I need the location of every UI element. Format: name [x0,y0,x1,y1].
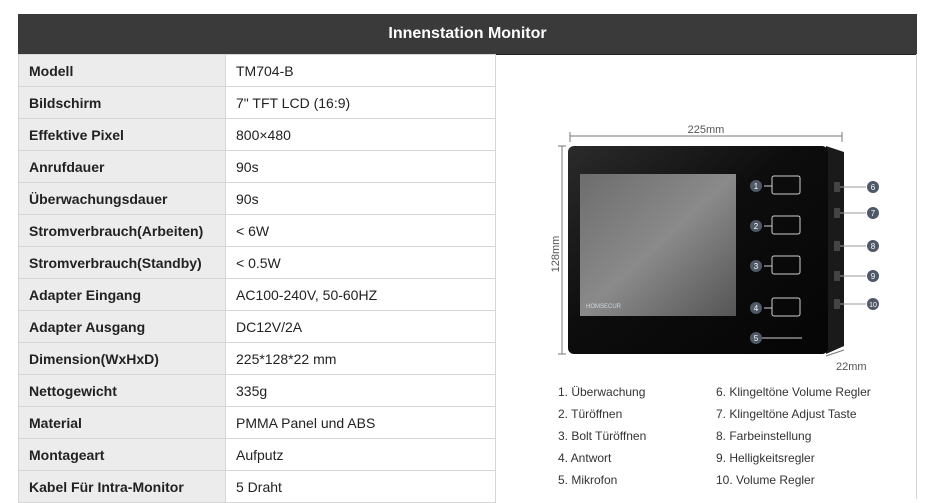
spec-label: Montageart [18,438,226,471]
spec-label: Material [18,406,226,439]
legend-item: 6. Klingeltöne Volume Regler [716,385,871,399]
spec-value: 335g [225,374,496,407]
spec-value: 5 Draht [225,470,496,503]
legend-item: 9. Helligkeitsregler [716,451,815,465]
brand-logo: HOMSECUR [586,304,622,310]
legend-item: 10. Volume Regler [716,473,815,487]
spec-label: Adapter Ausgang [18,310,226,343]
table-row: Material PMMA Panel und ABS [18,406,496,439]
spec-value: 225*128*22 mm [225,342,496,375]
spec-value: AC100-240V, 50-60HZ [225,278,496,311]
callout-3: 3 [754,262,759,271]
width-dimension: 225mm [569,124,843,142]
spec-label: Überwachungsdauer [18,182,226,215]
spec-value: 90s [225,150,496,183]
spec-label: Kabel Für Intra-Monitor [18,470,226,503]
table-row: Anrufdauer 90s [18,150,496,183]
spec-value: 7" TFT LCD (16:9) [225,86,496,119]
spec-value: < 0.5W [225,246,496,279]
section-header: Innenstation Monitor [18,14,917,55]
callout-5: 5 [754,334,759,343]
table-row: Adapter Eingang AC100-240V, 50-60HZ [18,278,496,311]
legend-item: 4. Antwort [558,451,612,465]
spec-label: Bildschirm [18,86,226,119]
section-title: Innenstation Monitor [388,25,547,42]
spec-table: Modell TM704-B Bildschirm 7" TFT LCD (16:9… [18,54,496,503]
table-row: Adapter Ausgang DC12V/2A [18,310,496,343]
spec-label: Anrufdauer [18,150,226,183]
spec-value: Aufputz [225,438,496,471]
height-dimension: 128mm [550,145,566,355]
spec-label: Adapter Eingang [18,278,226,311]
legend-item: 8. Farbeinstellung [716,429,812,443]
table-row: Überwachungsdauer 90s [18,182,496,215]
callout-9: 9 [871,272,876,281]
table-row: Stromverbrauch(Standby) < 0.5W [18,246,496,279]
legend-item: 1. Überwachung [558,385,646,399]
depth-label: 22mm [836,361,867,373]
callout-6: 6 [871,183,876,192]
table-row: Effektive Pixel 800×480 [18,118,496,151]
callout-1: 1 [754,182,759,191]
spec-label: Dimension(WxHxD) [18,342,226,375]
table-row: Montageart Aufputz [18,438,496,471]
spec-value: TM704-B [225,54,496,87]
function-legend: 1. Überwachung 6. Klingeltöne Volume Reg… [558,384,908,488]
legend-item: 5. Mikrofon [558,473,618,487]
legend-item: 2. Türöffnen [558,407,623,421]
monitor-screen [580,174,736,316]
legend-item: 7. Klingeltöne Adjust Taste [716,407,857,421]
depth-dimension: 22mm [825,349,867,373]
spec-label: Effektive Pixel [18,118,226,151]
product-diagram-panel: 225mm 128mm HOMSECUR 1 2 3 4 5 6 7 8 9 1… [496,54,917,499]
spec-value: < 6W [225,214,496,247]
monitor-diagram: 225mm 128mm HOMSECUR 1 2 3 4 5 6 7 8 9 1… [550,124,879,373]
spec-value: 90s [225,182,496,215]
callout-2: 2 [754,222,759,231]
table-row: Dimension(WxHxD) 225*128*22 mm [18,342,496,375]
callout-10: 10 [869,302,877,309]
spec-label: Stromverbrauch(Arbeiten) [18,214,226,247]
table-row: Stromverbrauch(Arbeiten) < 6W [18,214,496,247]
legend-item: 3. Bolt Türöffnen [558,429,647,443]
table-row: Nettogewicht 335g [18,374,496,407]
table-row: Bildschirm 7" TFT LCD (16:9) [18,86,496,119]
table-row: Kabel Für Intra-Monitor 5 Draht [18,470,496,503]
height-label: 128mm [550,236,562,273]
callout-4: 4 [754,304,759,313]
callout-7: 7 [871,209,876,218]
spec-value: 800×480 [225,118,496,151]
spec-label: Stromverbrauch(Standby) [18,246,226,279]
spec-label: Nettogewicht [18,374,226,407]
callout-8: 8 [871,242,876,251]
spec-label: Modell [18,54,226,87]
width-label: 225mm [688,124,725,136]
spec-value: DC12V/2A [225,310,496,343]
table-row: Modell TM704-B [18,54,496,87]
spec-value: PMMA Panel und ABS [225,406,496,439]
